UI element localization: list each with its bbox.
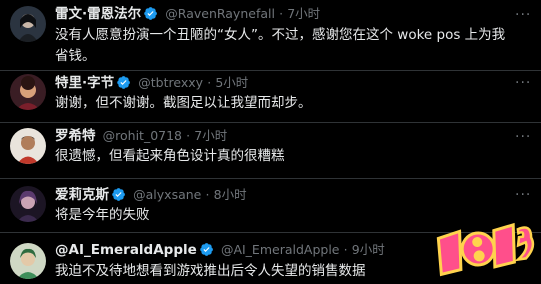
- avatar[interactable]: [10, 6, 46, 42]
- verified-badge-icon: [200, 243, 213, 256]
- display-name[interactable]: @AI_EmeraldApple: [55, 242, 197, 258]
- tweet-header: 爱莉克斯 @alyxsane · 8小时: [55, 186, 247, 204]
- timestamp[interactable]: 7小时: [287, 6, 320, 21]
- avatar[interactable]: [10, 74, 46, 110]
- handle[interactable]: @tbtrexxy: [138, 75, 203, 90]
- timestamp[interactable]: 5小时: [215, 75, 248, 90]
- more-options-icon[interactable]: ···: [515, 76, 531, 94]
- reply-tweet[interactable]: 雷文·雷恩法尔 @RavenRaynefall · 7小时 ··· 没有人愿意扮…: [0, 0, 541, 71]
- reply-tweet[interactable]: 罗希特 @rohit_0718 · 7小时 ··· 很遗憾，但看起来角色设计真的…: [0, 122, 541, 179]
- separator: ·: [343, 242, 348, 257]
- separator: ·: [186, 128, 191, 143]
- tweet-text: 没有人愿意扮演一个丑陋的“女人”。不过，感谢您在这个 woke pos 上为我省…: [55, 27, 506, 64]
- avatar[interactable]: [10, 243, 46, 279]
- display-name[interactable]: 特里·字节: [55, 75, 114, 91]
- handle[interactable]: @alyxsane: [133, 187, 201, 202]
- handle[interactable]: @RavenRaynefall: [165, 6, 275, 21]
- display-name[interactable]: 雷文·雷恩法尔: [55, 6, 141, 22]
- verified-badge-icon: [144, 7, 158, 20]
- more-options-icon[interactable]: ···: [515, 188, 531, 206]
- tweet-text: 谢谢，但不谢谢。截图足以让我望而却步。: [55, 95, 312, 111]
- tweet-text: 很遗憾，但看起来角色设计真的很糟糕: [55, 148, 285, 164]
- display-name[interactable]: 罗希特: [55, 128, 96, 144]
- timestamp[interactable]: 8小时: [214, 187, 247, 202]
- separator: ·: [279, 6, 284, 21]
- more-options-icon[interactable]: ···: [515, 8, 531, 26]
- watermark-logo: [432, 214, 538, 280]
- timestamp[interactable]: 7小时: [194, 128, 227, 143]
- handle[interactable]: @AI_EmeraldApple: [221, 242, 340, 257]
- separator: ·: [205, 187, 210, 202]
- display-name[interactable]: 爱莉克斯: [55, 187, 109, 203]
- timestamp[interactable]: 9小时: [352, 242, 385, 257]
- handle[interactable]: @rohit_0718: [103, 128, 182, 143]
- verified-badge-icon: [112, 188, 125, 201]
- reply-tweet[interactable]: 特里·字节 @tbtrexxy · 5小时 ··· 谢谢，但不谢谢。截图足以让我…: [0, 70, 541, 123]
- verified-badge-icon: [117, 76, 131, 89]
- tweet-header: 特里·字节 @tbtrexxy · 5小时: [55, 74, 248, 92]
- avatar[interactable]: [10, 186, 46, 222]
- tweet-header: 罗希特 @rohit_0718 · 7小时: [55, 127, 227, 145]
- more-options-icon[interactable]: ···: [515, 130, 531, 148]
- tweet-header: 雷文·雷恩法尔 @RavenRaynefall · 7小时: [55, 5, 320, 23]
- tweet-header: @AI_EmeraldApple @AI_EmeraldApple · 9小时: [55, 241, 385, 259]
- avatar[interactable]: [10, 128, 46, 164]
- separator: ·: [207, 75, 212, 90]
